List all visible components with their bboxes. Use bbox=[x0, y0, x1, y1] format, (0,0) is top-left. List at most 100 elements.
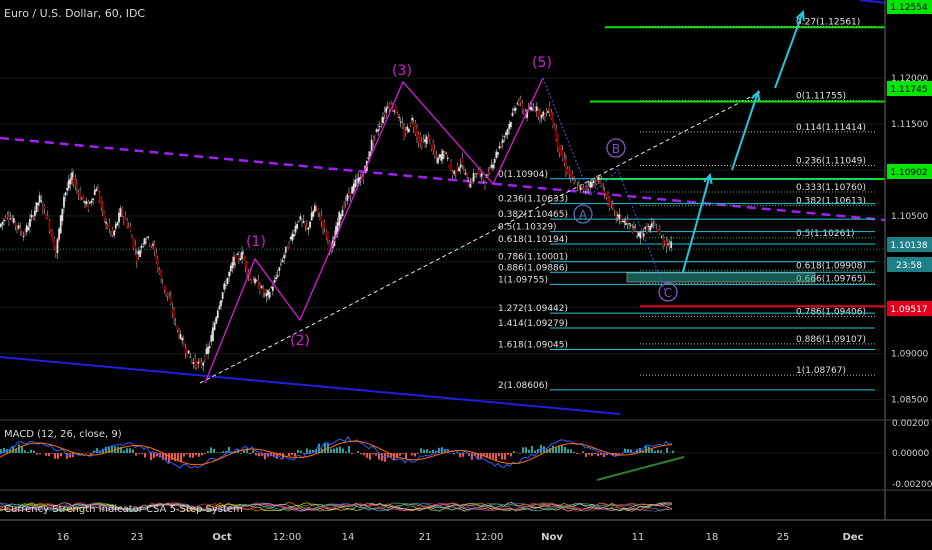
candle-body bbox=[166, 292, 169, 296]
candle-body bbox=[446, 157, 449, 160]
macd-histogram-bar bbox=[84, 453, 86, 454]
macd-histogram-bar bbox=[138, 453, 140, 454]
macd-histogram-bar bbox=[372, 453, 374, 455]
time-tick-label: Dec bbox=[842, 532, 863, 543]
candle-body bbox=[403, 128, 405, 138]
time-tick-label: 14 bbox=[342, 532, 355, 543]
candle-body bbox=[76, 184, 78, 189]
candle-body bbox=[623, 220, 626, 223]
candle-body bbox=[668, 244, 671, 247]
candle-body bbox=[474, 174, 477, 176]
time-tick-label: 16 bbox=[57, 532, 70, 543]
candle-body bbox=[602, 189, 605, 194]
candle-body bbox=[215, 317, 218, 324]
candle-body bbox=[323, 221, 326, 228]
candle-body bbox=[577, 184, 580, 186]
fib-lower-label: 0.786(1.10001) bbox=[498, 253, 568, 263]
time-tick-label: 25 bbox=[777, 532, 790, 543]
eurusd-chart[interactable]: 0.27(1.12561) 0(1.11755) 0.114(1.11414) 0.2… bbox=[0, 0, 932, 550]
candle-body bbox=[318, 217, 321, 220]
macd-histogram-bar bbox=[669, 452, 671, 453]
candle-body bbox=[463, 170, 465, 172]
macd-histogram-bar bbox=[411, 453, 413, 456]
candle-body bbox=[328, 241, 331, 250]
candle-body bbox=[210, 335, 213, 342]
candle-body bbox=[79, 191, 82, 200]
candle-body bbox=[471, 180, 473, 182]
candle-body bbox=[220, 300, 222, 307]
fib-lower-label: 1.272(1.09442) bbox=[498, 304, 568, 314]
candle-body bbox=[633, 226, 635, 228]
candle-body bbox=[137, 250, 140, 255]
candle-body bbox=[54, 246, 57, 254]
candle-body bbox=[621, 221, 624, 222]
macd-histogram-bar bbox=[129, 448, 131, 453]
macd-histogram-bar bbox=[519, 453, 521, 454]
macd-histogram-bar bbox=[393, 453, 395, 460]
candle-body bbox=[377, 129, 380, 132]
macd-histogram-bar bbox=[303, 453, 305, 455]
candle-body bbox=[105, 221, 107, 224]
candle-body bbox=[110, 231, 112, 233]
candle-body bbox=[189, 356, 192, 358]
macd-histogram-bar bbox=[69, 453, 71, 458]
candle-body bbox=[53, 238, 56, 250]
candle-body bbox=[213, 322, 216, 331]
fib-upper-label: 0.618(1.09908) bbox=[796, 261, 866, 271]
candle-body bbox=[25, 225, 28, 233]
macd-histogram-bar bbox=[258, 453, 260, 457]
candle-body bbox=[657, 229, 660, 232]
candle-body bbox=[425, 136, 428, 144]
candle-body bbox=[566, 168, 569, 174]
candle-body bbox=[9, 218, 12, 220]
candle-body bbox=[424, 139, 426, 143]
candle-body bbox=[265, 293, 268, 297]
macd-histogram-bar bbox=[186, 453, 188, 455]
candle-body bbox=[87, 201, 90, 210]
candle-body bbox=[579, 186, 582, 191]
fib-upper-label: 0.27(1.12561) bbox=[796, 18, 860, 28]
candle-body bbox=[200, 362, 203, 367]
candle-body bbox=[106, 225, 109, 228]
candle-body bbox=[385, 107, 388, 113]
candle-body bbox=[160, 271, 163, 279]
macd-histogram-bar bbox=[216, 452, 218, 453]
candle-body bbox=[603, 191, 606, 194]
macd-histogram-bar bbox=[123, 450, 125, 453]
candle-body bbox=[430, 145, 433, 150]
candle-body bbox=[608, 197, 611, 209]
macd-histogram-bar bbox=[588, 453, 590, 455]
candle-body bbox=[535, 106, 538, 111]
candle-body bbox=[351, 186, 354, 194]
candle-body bbox=[610, 202, 613, 204]
candle-body bbox=[270, 287, 273, 289]
candle-body bbox=[301, 220, 303, 222]
macd-histogram-bar bbox=[663, 453, 665, 454]
macd-histogram-bar bbox=[396, 453, 398, 459]
candle-body bbox=[307, 227, 310, 230]
candle-body bbox=[497, 152, 499, 155]
macd-histogram-bar bbox=[126, 448, 128, 453]
macd-histogram-bar bbox=[252, 450, 254, 453]
candle-body bbox=[472, 172, 475, 182]
fib-lower-label: 0.5(1.10329) bbox=[498, 223, 557, 233]
price-tick-label: 1.09000 bbox=[891, 350, 928, 360]
macd-histogram-bar bbox=[45, 453, 47, 456]
candle-body bbox=[545, 110, 548, 112]
candle-body bbox=[271, 286, 274, 291]
candle-body bbox=[199, 360, 201, 362]
candle-body bbox=[305, 225, 308, 228]
macd-histogram-bar bbox=[423, 449, 425, 453]
candle-body bbox=[587, 186, 590, 189]
candle-body bbox=[417, 134, 420, 143]
candle-body bbox=[343, 205, 345, 209]
candle-body bbox=[437, 157, 439, 164]
candle-body bbox=[304, 223, 307, 226]
candle-body bbox=[456, 165, 459, 171]
candle-body bbox=[548, 106, 551, 114]
candle-body bbox=[482, 177, 485, 181]
candle-body bbox=[263, 289, 266, 293]
macd-histogram-bar bbox=[117, 446, 119, 453]
fib-lower-label: 0.618(1.10194) bbox=[498, 235, 568, 245]
candle-body bbox=[600, 179, 603, 187]
